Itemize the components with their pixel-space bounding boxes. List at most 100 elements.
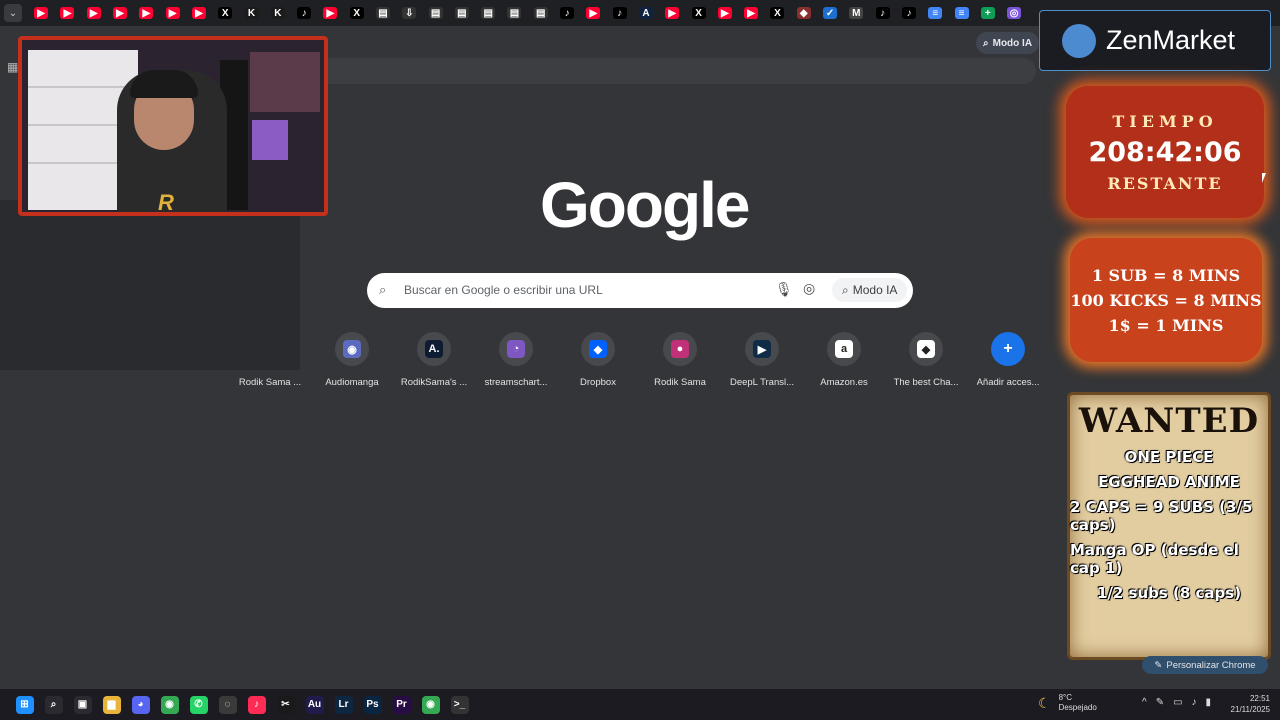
tab-favicon-streamcharts-icon[interactable]: ▤	[475, 0, 501, 26]
taskbar-photoshop-button[interactable]: Ps	[358, 694, 387, 715]
display-icon[interactable]: ▭	[1173, 697, 1182, 708]
tab-favicon-sheets-icon[interactable]: +	[975, 0, 1001, 26]
tab-favicon-youtube-icon[interactable]: ▶	[580, 0, 606, 26]
shortcut-tile[interactable]: ◆ The best Cha...	[885, 332, 967, 396]
tab-favicon-tiktok-icon[interactable]: ♪	[291, 0, 317, 26]
google-lens-icon[interactable]: ◎	[803, 280, 815, 297]
tab-favicon-tiktok-icon[interactable]: ♪	[554, 0, 580, 26]
modo-ia-button[interactable]: ⌕ Modo IA	[832, 278, 908, 302]
taskbar-chrome-button[interactable]: ◉	[155, 694, 184, 715]
tab-favicon-gmail-icon[interactable]: M	[843, 0, 869, 26]
search-input[interactable]: Buscar en Google o escribir una URL	[404, 283, 603, 297]
taskbar-terminal-button[interactable]: >_	[445, 694, 474, 715]
tab-favicon-docs-icon[interactable]: ≡	[922, 0, 948, 26]
sparkle-search-icon: ⌕	[983, 37, 989, 49]
personalize-chrome-button[interactable]: ✎ Personalizar Chrome	[1142, 656, 1268, 674]
shortcut-tile[interactable]: a Amazon.es	[803, 332, 885, 396]
tab-favicon-streamcharts-icon[interactable]: ▤	[501, 0, 527, 26]
tab-favicon-youtube-icon[interactable]: ▶	[712, 0, 738, 26]
tab-favicon-youtube-icon[interactable]: ▶	[317, 0, 343, 26]
taskbar-task-view-button[interactable]: ▣	[68, 694, 97, 715]
webcam-headset	[130, 70, 198, 98]
tab-favicon-youtube-icon[interactable]: ▶	[133, 0, 159, 26]
youtube-icon: ▶	[113, 7, 128, 19]
taskbar-chrome-active-button[interactable]: ◉	[416, 694, 445, 715]
shortcut-tile[interactable]: ▶ DeepL Transl...	[721, 332, 803, 396]
microphone-icon[interactable]: 🎙	[775, 281, 793, 298]
pen-icon[interactable]: ✎	[1156, 697, 1164, 708]
taskbar-clock[interactable]: 22:51 21/11/2025	[1228, 693, 1270, 715]
taskbar-discord-button[interactable]: ◕	[126, 694, 155, 715]
apps-grid-icon[interactable]: ▦	[7, 60, 18, 74]
tab-favicon-x-icon[interactable]: X	[344, 0, 370, 26]
shortcut-label: Añadir acces...	[976, 377, 1040, 388]
tab-favicon-youtube-icon[interactable]: ▶	[659, 0, 685, 26]
tab-favicon-youtube-icon[interactable]: ▶	[159, 0, 185, 26]
tab-favicon-shield-icon[interactable]: ◆	[791, 0, 817, 26]
obs-icon: ◌	[218, 695, 237, 714]
tab-favicon-youtube-icon[interactable]: ▶	[81, 0, 107, 26]
taskbar-tiktok-live-button[interactable]: ♪	[242, 694, 271, 715]
tab-favicon-chat-icon[interactable]: ◎	[1001, 0, 1027, 26]
tab-favicon-download-icon[interactable]: ⇩	[396, 0, 422, 26]
shortcut-tile[interactable]: ◆ Dropbox	[557, 332, 639, 396]
taskbar-premiere-button[interactable]: Pr	[387, 694, 416, 715]
tab-favicon-check-icon[interactable]: ✓	[817, 0, 843, 26]
search-box[interactable]: ⌕ Buscar en Google o escribir una URL 🎙 …	[367, 273, 913, 308]
tab-favicon-youtube-icon[interactable]: ▶	[738, 0, 764, 26]
taskbar-audition-button[interactable]: Au	[300, 694, 329, 715]
tab-favicon-docs-icon[interactable]: ≡	[948, 0, 974, 26]
tab-favicon-tiktok-icon[interactable]: ♪	[896, 0, 922, 26]
taskbar-capcut-button[interactable]: ✂	[271, 694, 300, 715]
audiomanga-icon: A	[638, 7, 653, 19]
tab-favicon-youtube-icon[interactable]: ▶	[54, 0, 80, 26]
tab-favicon-youtube-icon[interactable]: ▶	[107, 0, 133, 26]
zenmarket-name: ZenMarket	[1106, 25, 1236, 55]
youtube-icon: ▶	[86, 7, 101, 19]
youtube-icon: ▶	[744, 7, 759, 19]
capcut-icon: ✂	[276, 695, 295, 714]
shortcut-label: Rodik Sama	[654, 377, 706, 388]
taskbar-obs-button[interactable]: ◌	[213, 694, 242, 715]
tab-favicon-audiomanga-icon[interactable]: A	[633, 0, 659, 26]
shortcut-tile[interactable]: ◉ Audiomanga	[311, 332, 393, 396]
shortcut-tile[interactable]: A. RodikSama's ...	[393, 332, 475, 396]
youtube-icon: ▶	[139, 7, 154, 19]
tab-favicon-streamcharts-icon[interactable]: ▤	[422, 0, 448, 26]
dropbox-icon: ◆	[581, 332, 615, 366]
shortcut-tile[interactable]: ● Rodik Sama	[639, 332, 721, 396]
taskbar-folder-button[interactable]: ▆	[97, 694, 126, 715]
tab-favicon-x-icon[interactable]: X	[212, 0, 238, 26]
tab-favicon-streamcharts-icon[interactable]: ▤	[449, 0, 475, 26]
tab-search-chevron-icon[interactable]: ⌄	[4, 4, 22, 22]
show-hidden-icons-icon[interactable]: ^	[1142, 697, 1147, 708]
taskbar-lightroom-button[interactable]: Lr	[329, 694, 358, 715]
modo-ia-chip[interactable]: ⌕ Modo IA	[976, 32, 1040, 54]
tab-favicon-tiktok-icon[interactable]: ♪	[870, 0, 896, 26]
tab-favicon-tiktok-icon[interactable]: ♪	[607, 0, 633, 26]
tab-favicon-kick-icon[interactable]: K	[238, 0, 264, 26]
tab-favicon-streamcharts-icon[interactable]: ▤	[528, 0, 554, 26]
windows-start-icon: ⊞	[15, 695, 34, 714]
taskbar-search-button[interactable]: ⌕	[39, 694, 68, 715]
tab-favicon-x-icon[interactable]: X	[764, 0, 790, 26]
shortcut-tile[interactable]: + Añadir acces...	[967, 332, 1049, 396]
tiktok-icon: ♪	[901, 7, 916, 19]
tab-favicon-streamcharts-icon[interactable]: ▤	[370, 0, 396, 26]
tab-favicon-youtube-icon[interactable]: ▶	[186, 0, 212, 26]
battery-icon[interactable]: ▮	[1206, 697, 1212, 708]
webcam-light	[252, 120, 288, 160]
shortcut-tile[interactable]: ◔ streamschart...	[475, 332, 557, 396]
volume-icon[interactable]: ♪	[1192, 697, 1197, 708]
tab-favicon-kick-icon[interactable]: K	[265, 0, 291, 26]
tab-favicon-x-icon[interactable]: X	[685, 0, 711, 26]
weather-widget[interactable]: ☾ 8°C Despejado	[1038, 693, 1097, 713]
tiktok-icon: ♪	[560, 7, 575, 19]
taskbar-whatsapp-button[interactable]: ✆	[184, 694, 213, 715]
streamcharts-icon: ▤	[428, 7, 443, 19]
search-icon: ⌕	[379, 282, 387, 297]
taskbar-windows-start-button[interactable]: ⊞	[10, 694, 39, 715]
tab-favicon-youtube-icon[interactable]: ▶	[28, 0, 54, 26]
youtube-icon: ▶	[665, 7, 680, 19]
streamcharts-icon: ▤	[376, 7, 390, 19]
